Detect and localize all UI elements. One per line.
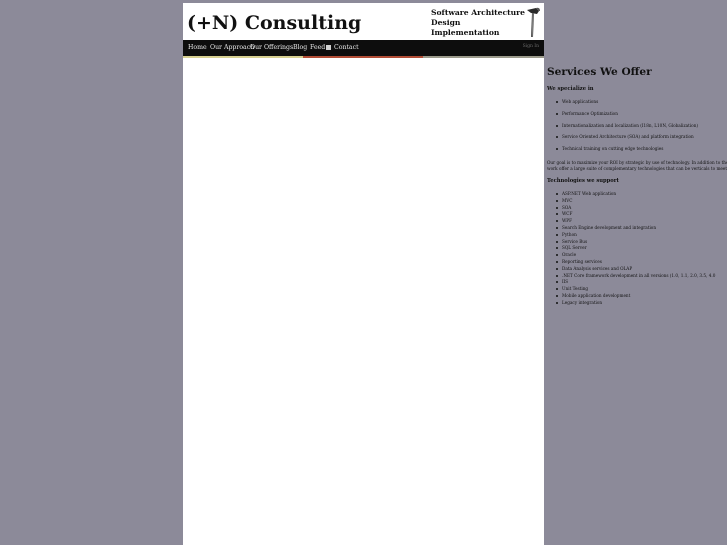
color-stripe-segment (303, 56, 423, 58)
feed-icon (326, 45, 332, 50)
list-item: Internationalization and localization (I… (547, 123, 727, 135)
color-stripe-segment (423, 56, 544, 58)
tagline-line: Implementation (431, 28, 500, 37)
tech-list: ASP.NET Web application MVC SOA WCF WPF … (547, 191, 727, 307)
list-item: Service Bus (547, 239, 727, 246)
list-item: WCF (547, 211, 727, 218)
list-item: Oracle (547, 252, 727, 259)
hammer-icon (527, 7, 540, 37)
goal-paragraph: Our goal is to maximize your ROI by stra… (547, 160, 727, 172)
goal-text-line: work offer a large suite of complementar… (547, 165, 727, 171)
nav-blog[interactable]: Blog (293, 44, 307, 51)
nav-home[interactable]: Home (188, 44, 207, 51)
list-item: Data Analysis services and OLAP (547, 266, 727, 273)
list-item: MVC (547, 198, 727, 205)
list-item: Web applications (547, 99, 727, 111)
list-item: SOA (547, 205, 727, 212)
specialize-list: Web applications Performance Optimizatio… (547, 99, 727, 158)
specialize-heading: We specialize in (547, 86, 594, 92)
list-item: .NET Core framework development in all v… (547, 273, 727, 280)
nav-feed[interactable]: Feed (310, 44, 332, 51)
sign-in-link[interactable]: Sign In (523, 44, 539, 49)
list-item: Service Oriented Architecture (SOA) and … (547, 134, 727, 146)
list-item: Mobile application development (547, 293, 727, 300)
site-header: (+N) Consulting Software Architecture De… (183, 3, 544, 40)
page-title: Services We Offer (547, 66, 652, 78)
list-item: Search Engine development and integratio… (547, 225, 727, 232)
main-nav: Home Our Approach Our Offerings Blog Fee… (183, 40, 544, 56)
page-container: (+N) Consulting Software Architecture De… (183, 3, 544, 545)
color-stripe-segment (183, 56, 303, 58)
tagline-line: Design (431, 18, 461, 27)
tech-heading: Technologies we support (547, 177, 619, 184)
services-content: Services We Offer We specialize in Web a… (547, 66, 727, 307)
nav-our-approach[interactable]: Our Approach (210, 44, 254, 51)
list-item: ASP.NET Web application (547, 191, 727, 198)
nav-feed-label: Feed (310, 44, 326, 51)
list-item: WPF (547, 218, 727, 225)
list-item: Performance Optimization (547, 111, 727, 123)
list-item: SQL Server (547, 245, 727, 252)
tagline: Software Architecture Design Implementat… (431, 8, 525, 38)
list-item: Reporting services (547, 259, 727, 266)
nav-our-offerings[interactable]: Our Offerings (250, 44, 293, 51)
tagline-line: Software Architecture (431, 8, 526, 17)
list-item: Unit Testing (547, 286, 727, 293)
list-item: Python (547, 232, 727, 239)
list-item: Technical training on cutting edge techn… (547, 146, 727, 158)
nav-contact[interactable]: Contact (334, 44, 359, 51)
list-item: Legacy integration (547, 300, 727, 307)
site-logo[interactable]: (+N) Consulting (187, 12, 361, 34)
list-item: IIS (547, 279, 727, 286)
